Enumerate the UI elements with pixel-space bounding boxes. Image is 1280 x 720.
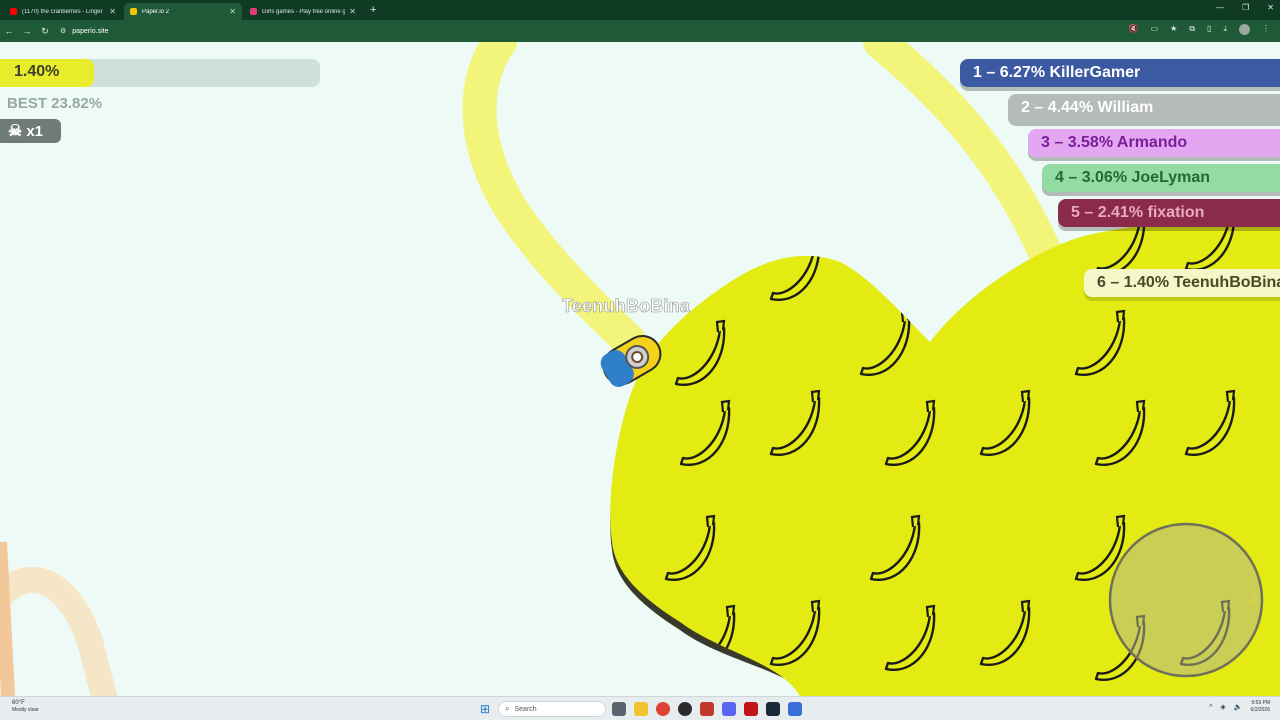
close-tab-icon[interactable]: ✕ (229, 7, 236, 16)
player-name-label: TeenuhBoBina (562, 296, 691, 317)
back-icon[interactable]: ← (0, 26, 18, 36)
tab-paperio[interactable]: Paper.io 2 ✕ (124, 3, 242, 20)
volume-icon[interactable]: 🔈 (1234, 703, 1243, 711)
weather-desc: Mostly clear (12, 707, 39, 713)
leaderboard-entry-self: 6 – 1.40% TeenuhBoBina (1084, 269, 1280, 297)
roblox-icon[interactable] (788, 702, 802, 716)
kill-count: x1 (26, 122, 44, 140)
game-canvas[interactable]: ☝ 1.40% BEST 23.82% ☠ x1 TeenuhBoBina 1 … (0, 42, 1280, 696)
tab-youtube[interactable]: (1170) the cranberries - Linger ✕ (4, 3, 122, 20)
youtube-favicon-icon (10, 8, 17, 15)
windows-taskbar: 60°F Mostly clear ⊞ ⌕ Search ^ ◈ 🔈 9:59 … (0, 696, 1280, 720)
site-info-icon[interactable]: ⚙ (60, 27, 66, 35)
clock-time: 9:59 PM (1251, 700, 1270, 706)
weather-temp: 60°F (12, 700, 25, 706)
browser-tab-bar: (1170) the cranberries - Linger ✕ Paper.… (0, 0, 1280, 20)
tab-label: Girls games - Play free online g (262, 8, 346, 15)
progress-percent: 1.40% (14, 63, 60, 80)
side-panel-icon[interactable]: ▯ (1207, 24, 1211, 35)
address-bar: ← → ↻ ⚙ paperio.site 🔇 ▭ ★ ⧉ ▯ ⤓ ⋮ (0, 20, 1280, 42)
toolbar-actions: 🔇 ▭ ★ ⧉ ▯ ⤓ ⋮ (1129, 24, 1270, 35)
best-score: BEST 23.82% (7, 95, 103, 112)
window-controls: — ❐ ✕ (1216, 3, 1274, 12)
url-text: paperio.site (72, 27, 109, 35)
tab-label: Paper.io 2 (142, 8, 170, 15)
leaderboard-entry: 2 – 4.44% William (1008, 94, 1280, 122)
kill-counter: ☠ x1 (0, 119, 61, 143)
minimize-icon[interactable]: — (1216, 3, 1224, 12)
weather-widget[interactable]: 60°F Mostly clear (12, 700, 39, 714)
hand-cursor-icon: ☝ (1245, 591, 1258, 616)
enemy-trail (0, 566, 117, 696)
taskbar-apps (612, 702, 802, 716)
clock[interactable]: 9:59 PM 6/2/2026 (1251, 700, 1270, 714)
tray-chevron-icon[interactable]: ^ (1209, 704, 1212, 711)
close-tab-icon[interactable]: ✕ (349, 7, 356, 16)
extensions-icon[interactable]: ⧉ (1189, 24, 1195, 35)
steam-icon[interactable] (766, 702, 780, 716)
clock-date: 6/2/2026 (1250, 707, 1270, 713)
girls-games-favicon-icon (250, 8, 257, 15)
app-icon[interactable] (700, 702, 714, 716)
url-field[interactable]: ⚙ paperio.site (60, 23, 1240, 39)
file-explorer-icon[interactable] (634, 702, 648, 716)
profile-avatar[interactable] (1239, 24, 1250, 35)
close-window-icon[interactable]: ✕ (1267, 3, 1274, 12)
chrome-icon[interactable] (656, 702, 670, 716)
forward-icon[interactable]: → (18, 26, 36, 36)
acrobat-icon[interactable] (744, 702, 758, 716)
search-placeholder: Search (514, 705, 537, 713)
mute-tab-icon[interactable]: 🔇 (1129, 24, 1139, 35)
network-icon[interactable]: ◈ (1220, 703, 1225, 711)
discord-icon[interactable] (722, 702, 736, 716)
tab-girls-games[interactable]: Girls games - Play free online g ✕ (244, 3, 362, 20)
skull-icon: ☠ (8, 123, 23, 140)
downloads-icon[interactable]: ⤓ (1223, 24, 1227, 35)
system-tray: ^ ◈ 🔈 9:59 PM 6/2/2026 (1209, 700, 1270, 714)
leaderboard-entry: 3 – 3.58% Armando (1028, 129, 1280, 157)
search-icon: ⌕ (505, 704, 510, 713)
enemy-territory-edge (0, 541, 15, 696)
maximize-icon[interactable]: ❐ (1242, 3, 1249, 12)
bookmark-star-icon[interactable]: ★ (1170, 24, 1177, 35)
task-view-icon[interactable] (612, 702, 626, 716)
windows-start-icon[interactable]: ⊞ (480, 702, 490, 716)
joystick-ring[interactable] (1108, 522, 1264, 678)
taskbar-search[interactable]: ⌕ Search (498, 701, 606, 717)
leaderboard-entry: 4 – 3.06% JoeLyman (1042, 164, 1280, 192)
leaderboard-entry: 5 – 2.41% fixation (1058, 199, 1280, 227)
leaderboard-entry: 1 – 6.27% KillerGamer (960, 59, 1280, 87)
github-icon[interactable] (678, 702, 692, 716)
menu-icon[interactable]: ⋮ (1262, 24, 1270, 35)
tab-label: (1170) the cranberries - Linger (22, 8, 103, 15)
paperio-favicon-icon (130, 8, 137, 15)
reload-icon[interactable]: ↻ (36, 26, 54, 37)
cast-icon[interactable]: ▭ (1151, 24, 1159, 35)
new-tab-button[interactable]: + (370, 4, 376, 16)
close-tab-icon[interactable]: ✕ (109, 7, 116, 16)
territory-progress-bar: 1.40% (0, 59, 320, 87)
